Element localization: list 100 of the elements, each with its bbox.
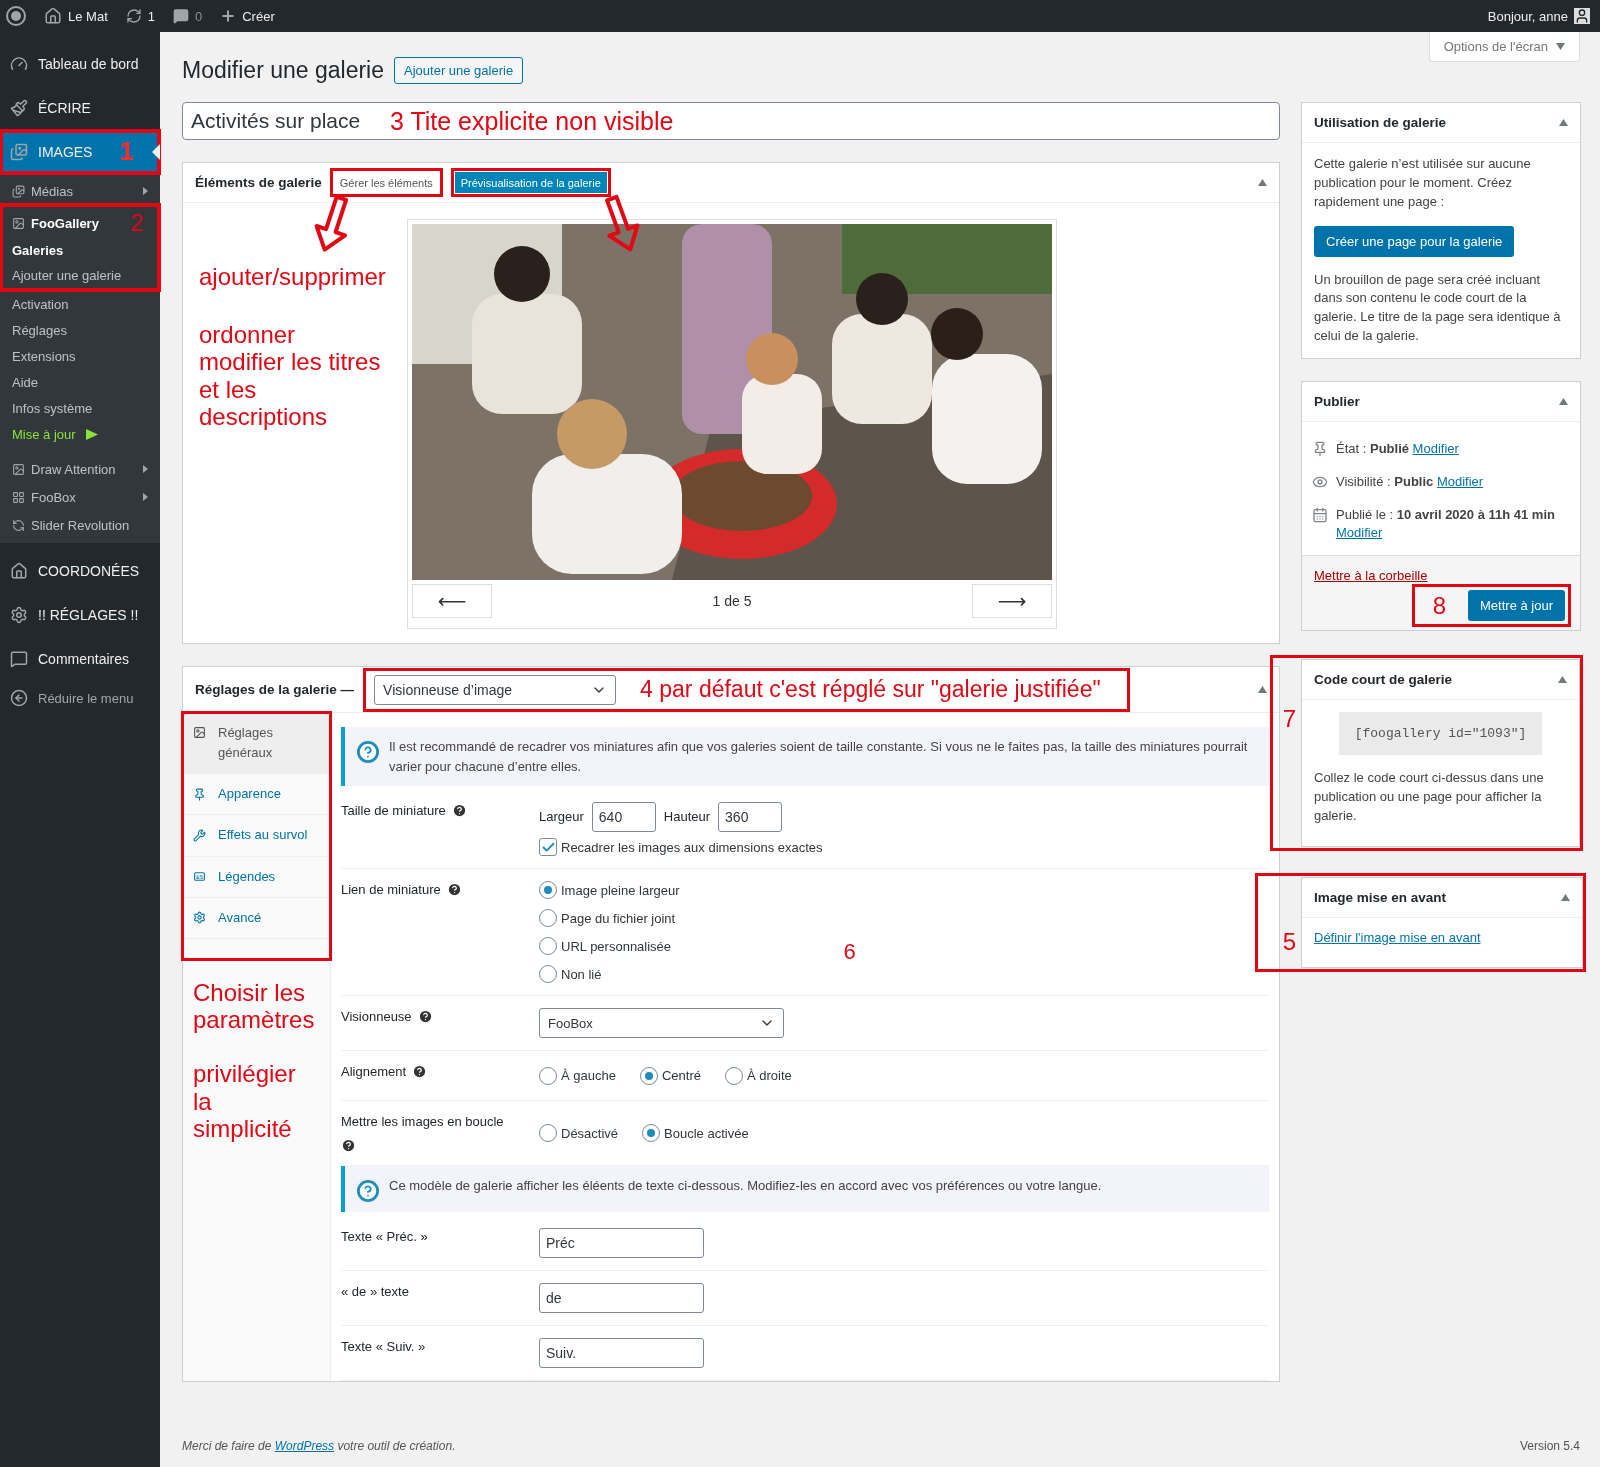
toggle-icon[interactable] xyxy=(1258,686,1267,693)
settings-tab[interactable]: Effets au survol xyxy=(183,815,330,857)
tab[interactable]: Prévisualisation de la galerie xyxy=(454,172,607,193)
submenu-item[interactable]: Médias xyxy=(0,178,160,204)
submenu-heading[interactable]: FooGallery xyxy=(0,208,111,238)
field-label: Mettre les images en boucle xyxy=(341,1113,504,1131)
menu-item[interactable]: Commentaires xyxy=(0,637,160,681)
comment-icon xyxy=(10,650,28,668)
updates-link[interactable]: 1 xyxy=(125,8,155,24)
annotation-number: 1 xyxy=(119,137,134,167)
radio-button[interactable] xyxy=(539,937,557,955)
submenu-item[interactable]: FooBox xyxy=(0,483,160,511)
toggle-icon[interactable] xyxy=(1258,179,1267,186)
annotation-text: 4 par défaut c'est répglé sur "galerie justifiée" xyxy=(640,676,1101,703)
collapse-menu-button[interactable]: Réduire le menu xyxy=(0,681,160,715)
wordpress-link[interactable]: WordPress xyxy=(274,1439,335,1453)
logo-icon[interactable] xyxy=(6,6,26,26)
radio-option[interactable]: Page du fichier joint xyxy=(539,909,676,927)
update-link[interactable]: Mise à jour xyxy=(0,421,160,447)
help-icon xyxy=(357,741,379,763)
radio-button[interactable] xyxy=(724,1066,743,1085)
settings-tab[interactable]: Apparence xyxy=(183,774,330,816)
radio-option[interactable]: À droite xyxy=(724,1066,792,1085)
radio-button[interactable] xyxy=(539,1124,557,1143)
page-title: Modifier une galerie xyxy=(182,56,384,84)
field-label: Hauteur xyxy=(663,807,711,826)
site-link[interactable]: Le Mat xyxy=(44,7,108,25)
radio-option[interactable]: Non lié xyxy=(539,965,602,983)
update-button[interactable]: Mettre à jour xyxy=(1468,590,1565,622)
menu-item[interactable]: IMAGES 1 xyxy=(0,130,160,174)
next-button[interactable]: ⟶ xyxy=(972,584,1052,618)
radio-option[interactable]: Boucle activée xyxy=(642,1124,749,1143)
toggle-icon[interactable] xyxy=(1561,893,1570,901)
help-icon[interactable] xyxy=(341,1138,356,1154)
add-gallery-button[interactable]: Ajouter une galerie xyxy=(394,56,524,84)
set-featured-image-link[interactable]: Définir l'image mise en avant xyxy=(1314,929,1570,945)
settings-tab[interactable]: Réglages généraux xyxy=(183,713,330,775)
radio-button[interactable] xyxy=(539,909,557,927)
radio-option[interactable]: URL personnalisée xyxy=(539,937,672,955)
toggle-icon[interactable] xyxy=(1559,397,1568,405)
submenu-item[interactable]: Ajouter une galerie xyxy=(0,263,160,288)
text-input[interactable]: Préc xyxy=(539,1228,704,1259)
radio-button[interactable] xyxy=(539,1066,557,1085)
text-input[interactable]: de xyxy=(539,1283,704,1314)
help-icon[interactable] xyxy=(451,803,467,818)
lightbox-select[interactable]: FooBox xyxy=(539,1008,784,1038)
field-label: Largeur xyxy=(539,807,584,826)
menu-item[interactable]: COORDONÉES xyxy=(0,549,160,593)
menu-item[interactable]: ÉCRIRE xyxy=(0,86,160,130)
annotation-text: 3 Tite explicite non visible xyxy=(390,107,674,136)
edit-link[interactable]: Modifier xyxy=(1336,525,1383,541)
submenu-item[interactable]: Galeries xyxy=(0,238,160,263)
submenu-item[interactable]: Slider Revolution xyxy=(0,511,160,539)
submenu-item[interactable]: Draw Attention xyxy=(0,455,160,483)
checkbox[interactable] xyxy=(539,838,557,856)
version-text: Version 5.4 xyxy=(1519,1439,1580,1453)
radio-option[interactable]: Désactivé xyxy=(539,1124,619,1143)
submenu-item[interactable]: Réglages xyxy=(0,317,160,343)
settings-tab[interactable]: Avancé xyxy=(183,897,330,939)
text-input[interactable]: Suiv. xyxy=(539,1338,704,1369)
annotation-text: privilégier la simplicité xyxy=(193,1060,297,1143)
comments-link[interactable]: 0 xyxy=(173,8,203,24)
screen-options-button[interactable]: Options de l'écran xyxy=(1428,32,1580,62)
toggle-icon[interactable] xyxy=(1559,119,1568,126)
images-icon xyxy=(10,143,28,161)
help-icon[interactable] xyxy=(417,1009,433,1024)
toggle-icon[interactable] xyxy=(1558,676,1567,684)
field-label: Visionneuse xyxy=(341,1008,412,1026)
footer-text: Merci de faire de WordPress votre outil de création. xyxy=(182,1439,456,1453)
template-select[interactable]: Visionneuse d’image xyxy=(374,674,617,705)
help-icon[interactable] xyxy=(446,882,462,897)
new-content-link[interactable]: Créer xyxy=(220,8,275,24)
annotation-number: 2 xyxy=(130,209,144,237)
submenu-item[interactable]: Aide xyxy=(0,369,160,395)
trash-link[interactable]: Mettre à la corbeille xyxy=(1314,568,1428,584)
help-icon[interactable] xyxy=(412,1064,428,1079)
edit-link[interactable]: Modifier xyxy=(1436,473,1484,489)
checkbox-option[interactable]: Recadrer les images aux dimensions exactes xyxy=(539,838,823,856)
menu-item[interactable]: !! RÉGLAGES !! xyxy=(0,593,160,637)
height-input[interactable]: 360 xyxy=(718,802,783,832)
gear-icon xyxy=(193,911,206,925)
radio-button[interactable] xyxy=(639,1066,658,1085)
settings-tab[interactable]: Légendes xyxy=(183,856,330,898)
menu-item[interactable]: Tableau de bord xyxy=(0,42,160,86)
previous-button[interactable]: ⟵ xyxy=(412,584,492,618)
width-input[interactable]: 640 xyxy=(591,802,656,832)
account-link[interactable]: Bonjour, anne xyxy=(1487,8,1590,24)
radio-option[interactable]: À gauche xyxy=(539,1066,616,1085)
play-icon xyxy=(85,428,98,440)
edit-link[interactable]: Modifier xyxy=(1412,440,1459,456)
radio-option[interactable]: Image pleine largeur xyxy=(539,881,680,899)
radio-option[interactable]: Centré xyxy=(639,1066,701,1085)
submenu-item[interactable]: Extensions xyxy=(0,343,160,369)
annotation-number: 6 xyxy=(843,939,856,965)
create-page-button[interactable]: Créer une page pour la galerie xyxy=(1314,225,1515,257)
radio-button[interactable] xyxy=(539,881,557,899)
submenu-item[interactable]: Infos système xyxy=(0,395,160,421)
submenu-item[interactable]: Activation xyxy=(0,291,160,317)
radio-button[interactable] xyxy=(539,965,557,983)
radio-button[interactable] xyxy=(642,1124,661,1143)
